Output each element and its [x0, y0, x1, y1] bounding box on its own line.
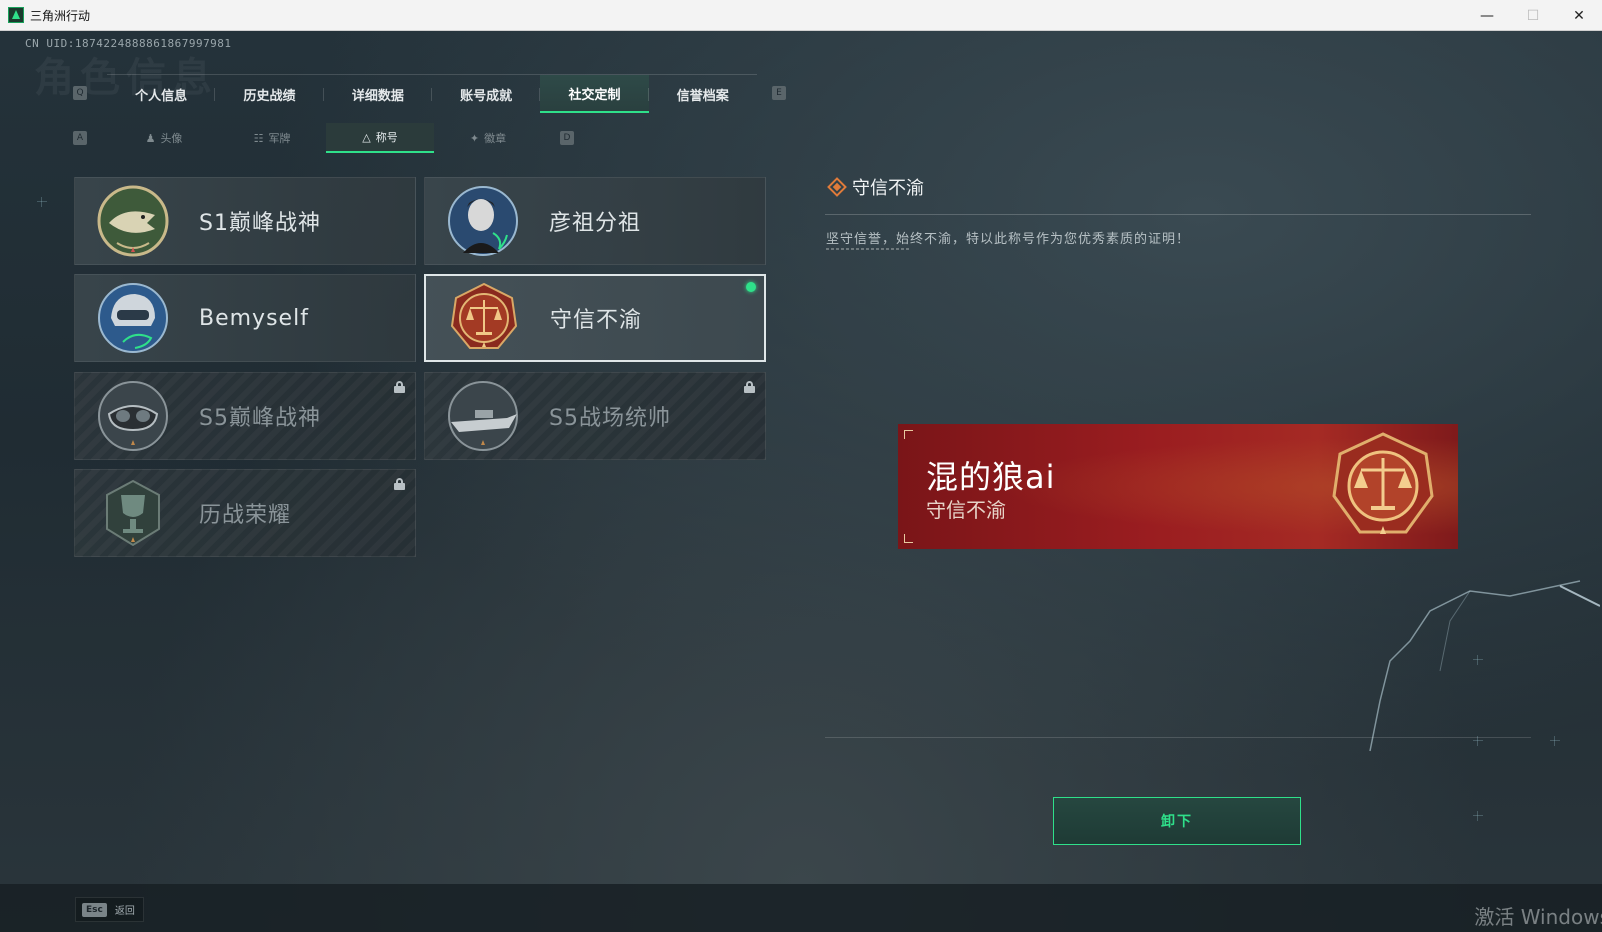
esc-key: Esc: [82, 902, 107, 917]
title-label: 彦祖分祖: [549, 211, 642, 236]
banner-title: 守信不渝: [926, 498, 1006, 522]
lock-icon: [394, 381, 405, 393]
subtab-medal[interactable]: ✦ 徽章: [434, 123, 542, 153]
minimize-icon[interactable]: —: [1464, 0, 1510, 31]
subtab-dogtag[interactable]: ☷ 军牌: [218, 123, 326, 153]
detail-title-text: 守信不渝: [852, 178, 924, 199]
title-label: S5战场统帅: [549, 406, 671, 431]
tab-history[interactable]: 历史战绩: [215, 75, 324, 113]
title-card-locked[interactable]: S5巅峰战神: [74, 372, 416, 460]
boat-emblem-icon: [445, 378, 521, 454]
tab-achievements[interactable]: 账号成就: [432, 75, 541, 113]
divider: [825, 214, 1531, 215]
title-label: Bemyself: [199, 305, 309, 331]
decor-cross-icon: [1473, 811, 1483, 821]
title-card-selected[interactable]: 守信不渝: [424, 274, 766, 362]
decor-cross-icon: [37, 197, 47, 207]
close-icon[interactable]: ✕: [1556, 0, 1602, 31]
portrait-emblem-icon: [445, 183, 521, 259]
os-activation-watermark: 激活 Windows: [1474, 905, 1602, 929]
prev-subtab-key[interactable]: A: [73, 131, 87, 145]
trophy-emblem-icon: [95, 475, 171, 551]
window-titlebar: 三角洲行动 — ☐ ✕: [0, 0, 1602, 31]
subtab-label: 军牌: [268, 132, 291, 145]
helmet-emblem-icon: [95, 280, 171, 356]
prev-tab-key[interactable]: Q: [73, 86, 87, 100]
title-card-locked[interactable]: 历战荣耀: [74, 469, 416, 557]
person-icon: ♟: [145, 131, 156, 145]
title-card[interactable]: S1巅峰战神: [74, 177, 416, 265]
equipped-indicator-icon: [746, 282, 756, 292]
crocodile-emblem-icon: [95, 183, 171, 259]
title-label: 历战荣耀: [199, 503, 292, 528]
title-label: S5巅峰战神: [199, 406, 321, 431]
uid-label: CN UID:1874224888861867997981: [25, 37, 232, 50]
title-card[interactable]: Bemyself: [74, 274, 416, 362]
window-title: 三角洲行动: [30, 8, 91, 23]
app-logo-icon: [8, 7, 24, 23]
lightning-decoration: [1369, 580, 1600, 752]
subtab-label: 称号: [375, 131, 398, 144]
banner-player-name: 混的狼ai: [926, 458, 1056, 496]
title-icon: △: [362, 130, 371, 144]
game-viewport: 角色信息 CN UID:1874224888861867997981 Q 个人信…: [0, 31, 1602, 932]
main-tabs: 个人信息 历史战绩 详细数据 账号成就 社交定制 信誉档案: [107, 74, 757, 113]
maximize-icon[interactable]: ☐: [1510, 0, 1556, 31]
back-label: 返回: [114, 906, 135, 917]
subtab-label: 徽章: [484, 132, 507, 145]
diver-mask-emblem-icon: [95, 378, 171, 454]
back-button[interactable]: Esc 返回: [75, 897, 144, 922]
sub-tabs: ♟ 头像 ☷ 军牌 △ 称号 ✦ 徽章: [110, 123, 542, 153]
unequip-button[interactable]: 卸下: [1053, 797, 1301, 845]
dogtag-icon: ☷: [253, 131, 264, 145]
tab-social-customization[interactable]: 社交定制: [540, 75, 649, 113]
detail-title: 守信不渝: [827, 174, 924, 200]
window-controls: — ☐ ✕: [1464, 0, 1602, 31]
title-label: 守信不渝: [550, 308, 643, 333]
title-label: S1巅峰战神: [199, 211, 321, 236]
scales-emblem-icon: [446, 280, 522, 356]
subtab-avatar[interactable]: ♟ 头像: [110, 123, 218, 153]
title-banner-preview: 混的狼ai 守信不渝: [898, 424, 1458, 549]
tab-personal-info[interactable]: 个人信息: [107, 75, 216, 113]
bottom-bar: Esc 返回 激活 Windows: [0, 884, 1602, 932]
tab-credit-record[interactable]: 信誉档案: [649, 75, 757, 113]
divider: [825, 737, 1531, 738]
title-card-locked[interactable]: S5战场统帅: [424, 372, 766, 460]
tab-detailed-data[interactable]: 详细数据: [324, 75, 433, 113]
medal-icon: ✦: [469, 131, 480, 145]
divider: [826, 248, 911, 250]
next-subtab-key[interactable]: D: [560, 131, 574, 145]
subtab-title[interactable]: △ 称号: [326, 123, 434, 153]
diamond-icon: [827, 177, 847, 197]
title-card[interactable]: 彦祖分祖: [424, 177, 766, 265]
detail-description: 坚守信誉，始终不渝，特以此称号作为您优秀素质的证明！: [826, 232, 1191, 247]
next-tab-key[interactable]: E: [772, 86, 786, 100]
lock-icon: [394, 478, 405, 490]
scales-emblem-icon: [1332, 432, 1434, 534]
lock-icon: [744, 381, 755, 393]
subtab-label: 头像: [160, 132, 183, 145]
